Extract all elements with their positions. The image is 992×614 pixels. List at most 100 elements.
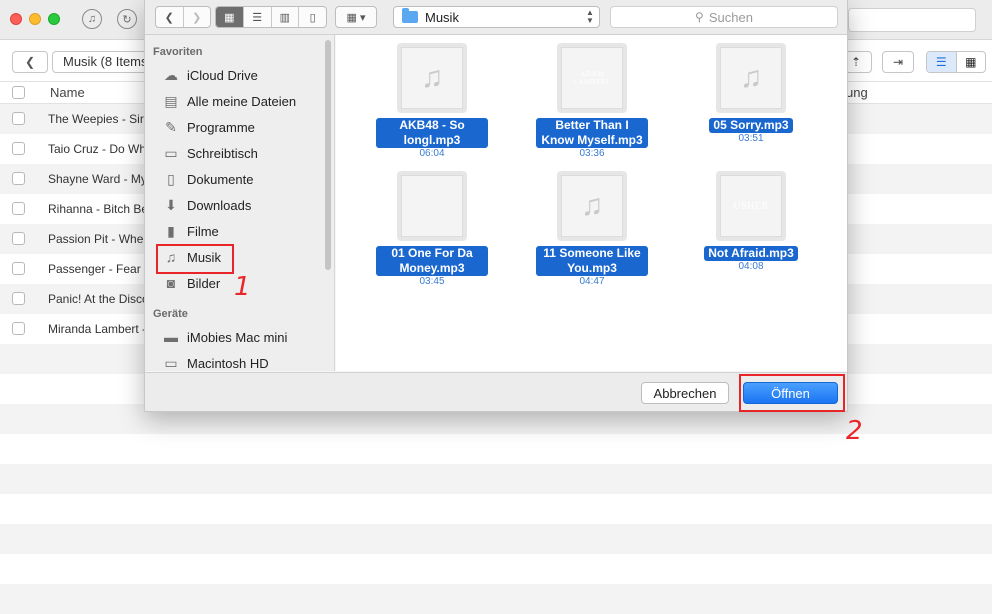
- row-checkbox[interactable]: [12, 172, 25, 185]
- zoom-window-button[interactable]: [48, 13, 60, 25]
- sidebar-item-label: Programme: [187, 119, 255, 135]
- row-checkbox[interactable]: [12, 292, 25, 305]
- updown-chevron-icon: ▲ ▼: [586, 8, 594, 25]
- album-artwork: [401, 175, 463, 237]
- open-highlight-box: [739, 374, 845, 412]
- back-nav-button[interactable]: ❮: [156, 7, 184, 27]
- sidebar-item-filme[interactable]: ▮ Filme: [161, 219, 219, 243]
- file-thumbnail: ♫: [557, 171, 627, 241]
- row-checkbox[interactable]: [12, 262, 25, 275]
- file-duration: 03:51: [738, 133, 764, 144]
- file-thumbnail: USHER: [716, 171, 786, 241]
- sidebar-item-macintosh-hd[interactable]: ▭ Macintosh HD: [161, 351, 269, 371]
- file-duration: 03:36: [579, 148, 605, 159]
- file-item[interactable]: ♫ 11 Someone Like You.mp3 04:47: [532, 171, 652, 288]
- location-label: Musik: [425, 9, 459, 25]
- row-checkbox[interactable]: [12, 232, 25, 245]
- file-duration: 04:08: [738, 261, 764, 272]
- dialog-sidebar: Favoriten ☁ iCloud Drive ▤ Alle meine Date…: [145, 35, 335, 371]
- file-name: 11 Someone Like You.mp3: [536, 246, 648, 276]
- select-all-checkbox[interactable]: [12, 86, 25, 99]
- location-popup[interactable]: Musik ▲ ▼: [393, 6, 600, 28]
- download-icon: ⬇: [165, 196, 177, 213]
- column-header-right[interactable]: ung: [846, 85, 868, 100]
- sidebar-item-schreibtisch[interactable]: ▭ Schreibtisch: [161, 141, 258, 165]
- export-button[interactable]: ⇥: [882, 51, 914, 73]
- sidebar-item-mac-mini[interactable]: ▬ iMobies Mac mini: [161, 325, 287, 349]
- cancel-button[interactable]: Abbrechen: [641, 382, 729, 404]
- sidebar-item-label: Macintosh HD: [187, 355, 269, 371]
- sidebar-item-icloud-drive[interactable]: ☁ iCloud Drive: [161, 63, 258, 87]
- row-name: Shayne Ward - My: [48, 172, 147, 186]
- file-duration: 03:45: [419, 276, 445, 287]
- arrange-button[interactable]: ▦ ▾: [335, 6, 377, 28]
- sidebar-item-bilder[interactable]: ◙ Bilder: [161, 271, 220, 295]
- file-item[interactable]: ADAM LAMBERT Better Than I Know Myself.mp…: [532, 43, 652, 160]
- sidebar-item-label: Alle meine Dateien: [187, 93, 297, 109]
- breadcrumb[interactable]: Musik (8 Items): [52, 51, 148, 73]
- movies-icon: ▮: [167, 222, 175, 239]
- column-name[interactable]: Name: [50, 85, 85, 100]
- back-button[interactable]: ❮: [12, 51, 48, 73]
- row-name: Taio Cruz - Do Wh: [48, 142, 147, 156]
- file-thumbnail: ♫: [397, 43, 467, 113]
- file-duration: 06:04: [419, 148, 445, 159]
- row-name: Panic! At the Disco: [48, 292, 149, 306]
- search-placeholder: Suchen: [708, 9, 753, 25]
- sidebar-header-favorites: Favoriten: [153, 46, 203, 58]
- sidebar-item-dokumente[interactable]: ▯ Dokumente: [161, 167, 253, 191]
- sidebar-scrollbar[interactable]: [325, 40, 331, 270]
- list-view-icon[interactable]: ☰: [244, 7, 272, 27]
- column-view-icon[interactable]: ▥: [272, 7, 300, 27]
- music-note-icon: ♫: [561, 175, 623, 237]
- sidebar-item-programme[interactable]: ✎ Programme: [161, 115, 255, 139]
- file-thumbnail: [397, 171, 467, 241]
- dialog-search-input[interactable]: ⚲ Suchen: [610, 6, 838, 28]
- minimize-window-button[interactable]: [29, 13, 41, 25]
- file-item[interactable]: ♫ AKB48 - So longl.mp3 06:04: [372, 43, 492, 160]
- row-checkbox[interactable]: [12, 202, 25, 215]
- row-name: Passion Pit - Whe: [48, 232, 144, 246]
- row-checkbox[interactable]: [12, 322, 25, 335]
- dialog-footer: Abbrechen Öffnen: [145, 372, 847, 412]
- grid-view-icon[interactable]: ▦: [957, 52, 986, 72]
- search-icon: ⚲: [695, 10, 704, 24]
- arrange-icon: ▦ ▾: [346, 11, 366, 24]
- mac-mini-icon: ▬: [164, 329, 178, 345]
- itunes-button[interactable]: ♫: [82, 9, 102, 29]
- import-icon: ⇡: [850, 55, 862, 69]
- row-name: Passenger - Fear c: [48, 262, 151, 276]
- album-artwork-text: ADAM LAMBERT: [573, 70, 611, 86]
- documents-icon: ▯: [167, 170, 175, 187]
- sidebar-item-all-files[interactable]: ▤ Alle meine Dateien: [161, 89, 296, 113]
- refresh-button[interactable]: ↻: [117, 9, 137, 29]
- empty-row: [0, 434, 992, 464]
- sidebar-item-downloads[interactable]: ⬇ Downloads: [161, 193, 251, 217]
- row-name: Rihanna - Bitch Be: [48, 202, 149, 216]
- cover-flow-icon[interactable]: ▯: [299, 7, 326, 27]
- dialog-toolbar: ❮ ❯ ▦ ☰ ▥ ▯ ▦ ▾ Musik ▲ ▼ ⚲ Suchen: [145, 0, 847, 35]
- music-note-icon: ♫: [720, 47, 782, 109]
- row-checkbox[interactable]: [12, 142, 25, 155]
- history-nav: ❮ ❯: [155, 6, 211, 28]
- row-checkbox[interactable]: [12, 112, 25, 125]
- album-artwork: ADAM LAMBERT: [561, 47, 623, 109]
- file-name: 05 Sorry.mp3: [709, 118, 793, 133]
- row-name: The Weepies - Sir: [48, 112, 144, 126]
- open-file-dialog: ❮ ❯ ▦ ☰ ▥ ▯ ▦ ▾ Musik ▲ ▼ ⚲ Suchen Favori…: [144, 0, 848, 412]
- sidebar-item-label: Schreibtisch: [187, 145, 258, 161]
- file-grid: ♫ AKB48 - So longl.mp3 06:04 ADAM LAMBERT…: [336, 35, 847, 371]
- app-search-input[interactable]: [848, 8, 976, 32]
- file-name: AKB48 - So longl.mp3: [376, 118, 488, 148]
- forward-nav-button[interactable]: ❯: [184, 7, 211, 27]
- refresh-icon: ↻: [122, 13, 132, 26]
- all-files-icon: ▤: [164, 92, 178, 109]
- icon-view-icon[interactable]: ▦: [216, 7, 244, 27]
- musik-highlight-box: [156, 244, 234, 274]
- file-item[interactable]: ♫ 05 Sorry.mp3 03:51: [691, 43, 811, 145]
- close-window-button[interactable]: [10, 13, 22, 25]
- chevron-left-icon: ❮: [24, 55, 36, 69]
- file-item[interactable]: USHER Not Afraid.mp3 04:08: [691, 171, 811, 273]
- list-view-icon[interactable]: ☰: [927, 52, 957, 72]
- file-item[interactable]: 01 One For Da Money.mp3 03:45: [372, 171, 492, 288]
